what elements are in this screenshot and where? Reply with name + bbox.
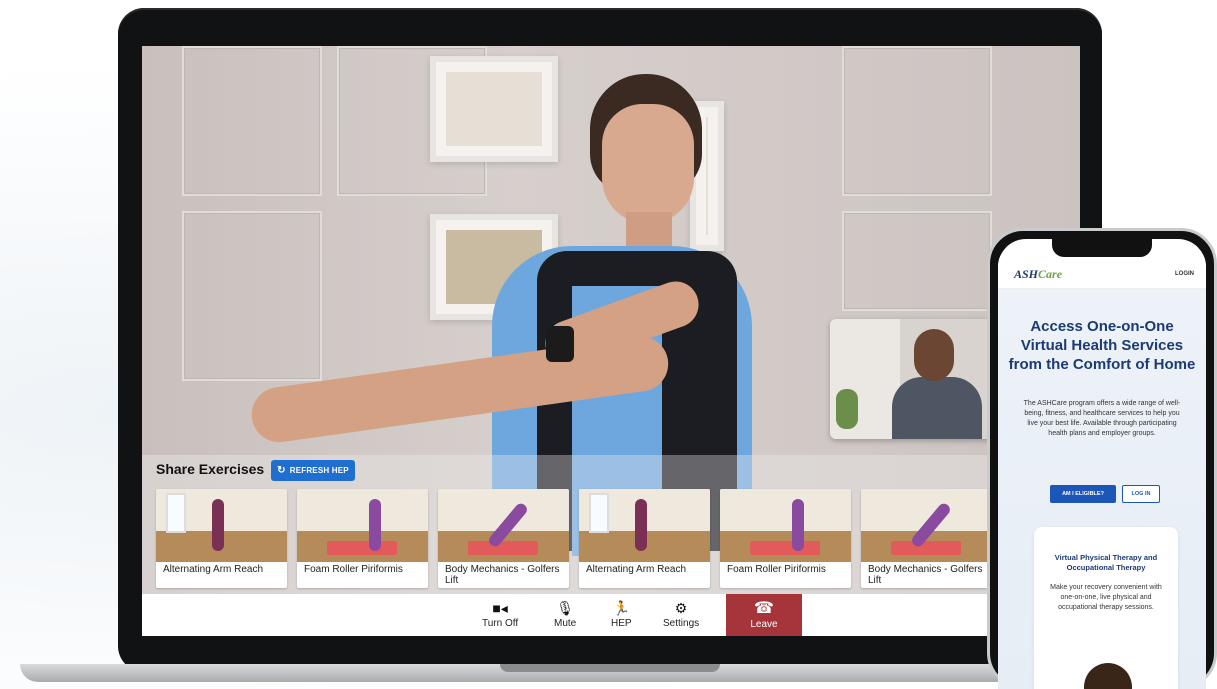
phone-frame: ASHCare LOGIN Access One-on-One Virtual … [987, 228, 1217, 689]
call-control-bar: ■◂ Turn Off 🎙 Mute 🏃 HEP ⚙ Settings ☎ Le… [142, 594, 1080, 636]
phone-header: ASHCare LOGIN [998, 257, 1206, 289]
refresh-icon: ↻ [277, 465, 286, 476]
leave-label: Leave [750, 618, 778, 630]
exercise-card[interactable]: Alternating Arm Reach [579, 489, 710, 588]
exercise-thumbnail [156, 489, 287, 562]
hep-button[interactable]: 🏃 HEP [611, 600, 632, 629]
gear-icon: ⚙ [674, 600, 688, 616]
am-i-eligible-button[interactable]: AM I ELIGIBLE? [1050, 485, 1116, 503]
logo-care-text: Care [1038, 267, 1063, 281]
exercise-card[interactable]: Alternating Arm Reach [156, 489, 287, 588]
marketing-stage: Share Exercises ↻ REFRESH HEP Alternatin… [0, 0, 1217, 689]
wall-panel [182, 46, 322, 196]
mute-button[interactable]: 🎙 Mute [554, 600, 576, 629]
laptop-notch [500, 664, 720, 672]
wall-panel [182, 211, 322, 381]
hero-description: The ASHCare program offers a wide range … [1023, 400, 1181, 437]
running-person-icon: 🏃 [612, 600, 630, 616]
mute-label: Mute [554, 618, 577, 629]
header-login-link[interactable]: LOGIN [1175, 271, 1194, 277]
ashcare-logo[interactable]: ASHCare [1014, 267, 1062, 282]
refresh-hep-button[interactable]: ↻ REFRESH HEP [271, 460, 355, 481]
exercise-caption: Body Mechanics - Golfers Lift [868, 564, 983, 586]
phone-notch [1052, 239, 1152, 257]
exercise-thumbnail [438, 489, 569, 562]
phone-hero-section: Access One-on-One Virtual Health Service… [998, 289, 1206, 689]
microphone-icon: 🎙 [556, 600, 574, 616]
self-view-video[interactable] [830, 319, 1010, 439]
wall-panel [842, 211, 992, 311]
exercise-thumbnail [297, 489, 428, 562]
settings-button[interactable]: ⚙ Settings [663, 600, 699, 629]
exercise-caption: Foam Roller Piriformis [304, 564, 403, 575]
exercise-thumbnail [579, 489, 710, 562]
phone-screen: ASHCare LOGIN Access One-on-One Virtual … [998, 239, 1206, 689]
card-title: Virtual Physical Therapy and Occupationa… [1054, 553, 1158, 572]
wall-panel [842, 46, 992, 196]
virtual-therapy-card[interactable]: Virtual Physical Therapy and Occupationa… [1034, 527, 1178, 689]
exercise-thumbnail [720, 489, 851, 562]
share-exercises-panel: Share Exercises ↻ REFRESH HEP Alternatin… [142, 455, 1080, 594]
hep-label: HEP [611, 618, 632, 629]
refresh-hep-label: REFRESH HEP [289, 466, 349, 475]
settings-label: Settings [663, 618, 700, 629]
exercise-card[interactable]: Body Mechanics - Golfers Lift [861, 489, 992, 588]
exercise-thumbnail-list: Alternating Arm Reach Foam Roller Pirifo… [156, 489, 1080, 589]
leave-call-button[interactable]: ☎ Leave [726, 594, 802, 636]
hero-title: Access One-on-One Virtual Health Service… [1008, 318, 1196, 373]
exercise-card[interactable]: Foam Roller Piriformis [720, 489, 851, 588]
video-call-screen: Share Exercises ↻ REFRESH HEP Alternatin… [142, 46, 1080, 636]
exercise-thumbnail [861, 489, 992, 562]
logo-ash-text: ASH [1014, 267, 1039, 281]
exercise-card[interactable]: Foam Roller Piriformis [297, 489, 428, 588]
certificate-frame [430, 56, 558, 162]
share-exercises-title: Share Exercises [156, 461, 265, 477]
video-camera-icon: ■◂ [492, 600, 508, 616]
card-person-image [1084, 663, 1132, 689]
exercise-caption: Foam Roller Piriformis [727, 564, 826, 575]
smartwatch [546, 326, 574, 362]
turn-off-label: Turn Off [482, 618, 519, 629]
exercise-caption: Body Mechanics - Golfers Lift [445, 564, 560, 586]
hang-up-phone-icon: ☎ [754, 599, 774, 617]
turn-off-camera-button[interactable]: ■◂ Turn Off [482, 600, 518, 629]
instructor-face [602, 104, 694, 224]
exercise-card[interactable]: Body Mechanics - Golfers Lift [438, 489, 569, 588]
exercise-caption: Alternating Arm Reach [586, 564, 687, 575]
card-description: Make your recovery convenient with one-o… [1050, 584, 1162, 611]
exercise-caption: Alternating Arm Reach [163, 564, 264, 575]
log-in-button[interactable]: LOG IN [1122, 485, 1160, 503]
